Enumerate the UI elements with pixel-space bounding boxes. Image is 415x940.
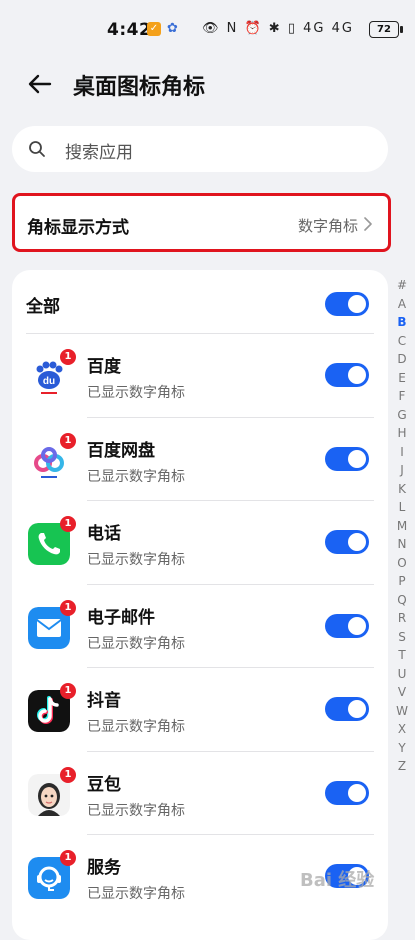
- list-item: 1 百度网盘 已显示数字角标: [12, 418, 388, 501]
- list-item: 1 抖音 已显示数字角标: [12, 668, 388, 751]
- app-status: 已显示数字角标: [87, 469, 185, 485]
- alphabet-index-letter[interactable]: W: [394, 702, 410, 721]
- page-title: 桌面图标角标: [73, 75, 206, 100]
- alphabet-index-letter[interactable]: M: [394, 517, 410, 536]
- alphabet-index-letter[interactable]: N: [394, 535, 410, 554]
- app-badge-toggle[interactable]: [325, 530, 369, 554]
- all-apps-row: 全部: [12, 270, 388, 334]
- alphabet-index-letter[interactable]: C: [394, 332, 410, 351]
- alphabet-index[interactable]: # A B C D E F G H I J K L M N O P Q R S T U V W X Y Z: [394, 276, 410, 776]
- alphabet-index-letter[interactable]: P: [394, 572, 410, 591]
- all-apps-label: 全部: [26, 297, 60, 317]
- svg-text:du: du: [43, 376, 55, 387]
- alphabet-index-letter[interactable]: #: [394, 276, 410, 295]
- app-badge-toggle[interactable]: [325, 697, 369, 721]
- app-status: 已显示数字角标: [87, 552, 185, 568]
- app-name: 服务: [87, 858, 121, 878]
- app-name: 电话: [87, 524, 121, 544]
- alphabet-index-letter[interactable]: F: [394, 387, 410, 406]
- app-name: 抖音: [87, 691, 121, 711]
- alphabet-index-letter[interactable]: O: [394, 554, 410, 573]
- alphabet-index-letter[interactable]: Y: [394, 739, 410, 758]
- badge-mode-value: 数字角标: [297, 217, 358, 235]
- status-icons: 👁 N ⏰ ✱ ▯ 4G 4G: [202, 21, 354, 36]
- app-name: 豆包: [87, 775, 121, 795]
- search-placeholder: 搜索应用: [65, 143, 133, 163]
- badge-mode-row[interactable]: 角标显示方式 数字角标: [12, 193, 391, 252]
- notification-app-icon-2: ✿: [167, 21, 178, 36]
- list-item: 1 电子邮件 已显示数字角标: [12, 585, 388, 668]
- alphabet-index-letter[interactable]: X: [394, 720, 410, 739]
- battery-icon: 72: [369, 21, 403, 38]
- alphabet-index-letter[interactable]: J: [394, 461, 410, 480]
- badge-count: 1: [60, 433, 76, 449]
- app-badge-toggle[interactable]: [325, 614, 369, 638]
- alphabet-index-letter[interactable]: H: [394, 424, 410, 443]
- alphabet-index-letter[interactable]: D: [394, 350, 410, 369]
- app-status: 已显示数字角标: [87, 719, 185, 735]
- app-status: 已显示数字角标: [87, 886, 185, 902]
- alphabet-index-letter[interactable]: L: [394, 498, 410, 517]
- badge-mode-label: 角标显示方式: [27, 218, 129, 238]
- title-bar: 桌面图标角标: [0, 60, 415, 110]
- app-status: 已显示数字角标: [87, 803, 185, 819]
- search-input[interactable]: 搜索应用: [12, 126, 388, 172]
- badge-count: 1: [60, 600, 76, 616]
- app-name: 电子邮件: [87, 608, 155, 628]
- chevron-right-icon: [364, 217, 372, 231]
- app-name: 百度: [87, 357, 121, 377]
- status-bar: 4:42 ✓ ✿ 👁 N ⏰ ✱ ▯ 4G 4G 72: [0, 0, 415, 60]
- app-badge-toggle[interactable]: [325, 363, 369, 387]
- badge-count: 1: [60, 850, 76, 866]
- alphabet-index-letter[interactable]: K: [394, 480, 410, 499]
- all-apps-toggle[interactable]: [325, 292, 369, 316]
- notification-app-icon: ✓: [147, 22, 161, 36]
- badge-count: 1: [60, 683, 76, 699]
- alphabet-index-letter[interactable]: E: [394, 369, 410, 388]
- app-status: 已显示数字角标: [87, 636, 185, 652]
- alphabet-index-letter[interactable]: Q: [394, 591, 410, 610]
- alphabet-index-letter[interactable]: R: [394, 609, 410, 628]
- badge-count: 1: [60, 349, 76, 365]
- app-name: 百度网盘: [87, 441, 155, 461]
- alphabet-index-letter[interactable]: B: [394, 313, 410, 332]
- search-icon: [29, 141, 45, 157]
- alphabet-index-letter[interactable]: T: [394, 646, 410, 665]
- list-item: du 1 百度 已显示数字角标: [12, 334, 388, 417]
- back-arrow-icon[interactable]: [26, 70, 54, 98]
- app-status: 已显示数字角标: [87, 385, 185, 401]
- alphabet-index-letter[interactable]: S: [394, 628, 410, 647]
- watermark: Bai 经验: [300, 870, 375, 891]
- alphabet-index-letter[interactable]: Z: [394, 757, 410, 776]
- badge-count: 1: [60, 516, 76, 532]
- badge-count: 1: [60, 767, 76, 783]
- alphabet-index-letter[interactable]: V: [394, 683, 410, 702]
- app-list: 全部 du 1 百度 已显示数字角标 1 百度网盘 已显示数字角标 1 电话 已…: [12, 270, 388, 940]
- alphabet-index-letter[interactable]: U: [394, 665, 410, 684]
- list-item: 1 豆包 已显示数字角标: [12, 752, 388, 835]
- app-badge-toggle[interactable]: [325, 781, 369, 805]
- alphabet-index-letter[interactable]: A: [394, 295, 410, 314]
- app-badge-toggle[interactable]: [325, 447, 369, 471]
- status-time: 4:42: [107, 20, 152, 40]
- alphabet-index-letter[interactable]: G: [394, 406, 410, 425]
- alphabet-index-letter[interactable]: I: [394, 443, 410, 462]
- list-item: 1 电话 已显示数字角标: [12, 501, 388, 584]
